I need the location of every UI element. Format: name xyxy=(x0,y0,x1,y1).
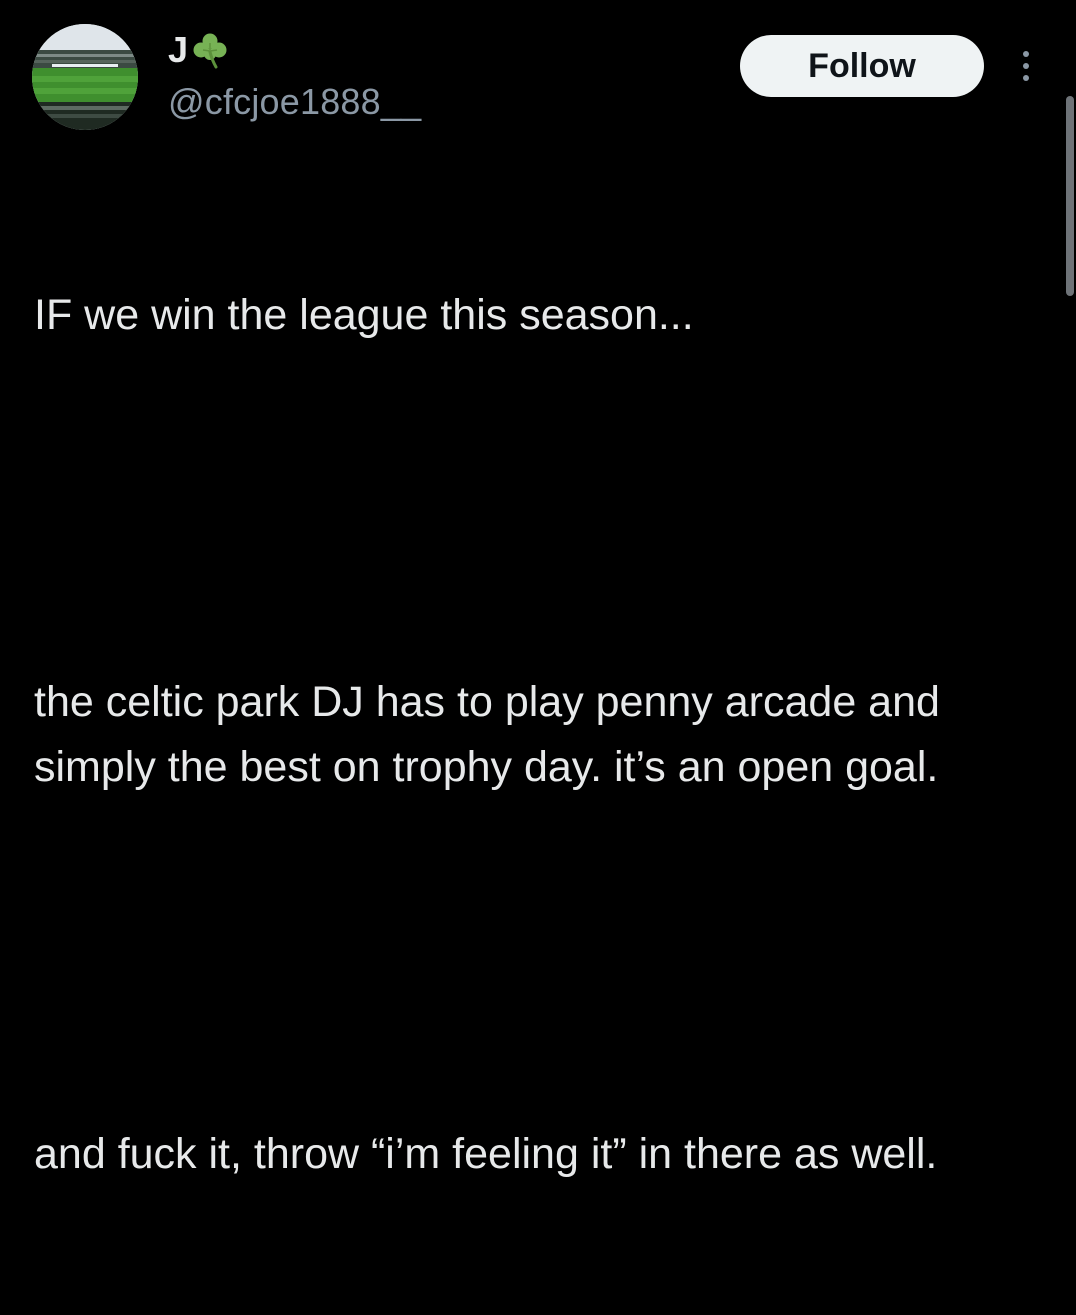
stadium-avatar-image xyxy=(32,24,138,130)
follow-button[interactable]: Follow xyxy=(740,35,984,97)
shamrock-icon xyxy=(190,30,230,70)
tweet-paragraph: and fuck it, throw “i’m feeling it” in t… xyxy=(34,1129,938,1178)
tweet-paragraph: the celtic park DJ has to play penny arc… xyxy=(34,678,952,791)
more-vertical-icon-dot xyxy=(1023,75,1029,81)
tweet-text: IF we win the league this season... the … xyxy=(34,154,1044,1315)
more-vertical-icon xyxy=(1023,51,1029,57)
author-display-name[interactable]: J xyxy=(168,28,230,72)
more-vertical-icon-dot xyxy=(1023,63,1029,69)
tweet-paragraph: IF we win the league this season... xyxy=(34,291,694,339)
author-handle[interactable]: @cfcjoe1888__ xyxy=(168,78,421,126)
more-options-button[interactable] xyxy=(1012,44,1040,88)
scrollbar-thumb[interactable] xyxy=(1066,96,1074,296)
tweet: J @cfcjoe1888__ Follow IF we win the lea… xyxy=(0,0,1076,1178)
display-name-text: J xyxy=(168,29,189,70)
author-avatar[interactable] xyxy=(32,24,138,130)
